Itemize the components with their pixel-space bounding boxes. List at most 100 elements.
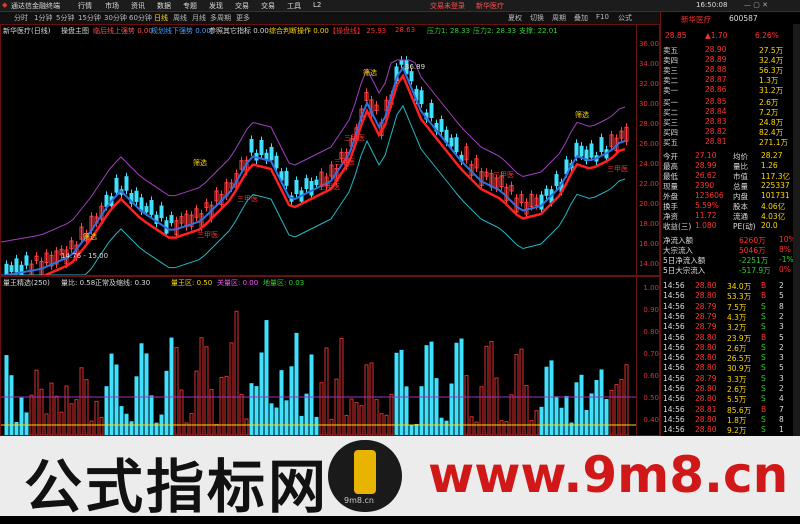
tab-period-active[interactable]: 日线 (154, 13, 168, 23)
volume-bar (534, 410, 539, 435)
volume-bar (514, 354, 519, 435)
stat-row: 净资 11.72 流通 4.03亿 (661, 211, 800, 221)
candle-body (159, 205, 164, 219)
tab-period[interactable]: 分时 (14, 13, 28, 23)
tab-period[interactable]: 30分钟 (104, 13, 127, 23)
price-axis-label: 18.00 (638, 220, 659, 228)
tab-period[interactable]: 周线 (173, 13, 187, 23)
indicator-legend: 量王精选(250) 量比: 0.58 正常及缩线: 0.30 量王区: 0.50… (3, 278, 633, 287)
tick-row: 14:56 28.80 2.6万 S 2 (661, 343, 800, 353)
toolbar-buttons[interactable]: 切换 (530, 13, 544, 23)
volume-bar (59, 411, 64, 435)
tab-period[interactable]: 月线 (192, 13, 206, 23)
volume-bar (254, 386, 259, 435)
volume-bar (454, 342, 459, 435)
toolbar-buttons[interactable]: 周期 (552, 13, 566, 23)
candle-body (114, 177, 119, 193)
tab-period[interactable]: 5分钟 (56, 13, 74, 23)
price-axis-label: 32.00 (638, 80, 659, 88)
volume-bar (314, 416, 319, 435)
volume-bar (89, 420, 94, 435)
volume-bar (399, 349, 404, 435)
volume-bar (304, 393, 309, 435)
tick-time: 14:56 (663, 384, 685, 393)
volume-bar (39, 388, 44, 435)
tab-period[interactable]: 更多 (236, 13, 250, 23)
tick-price: 28.80 (695, 342, 717, 352)
title-stock: 新华医疗 (476, 2, 504, 10)
tick-price: 28.81 (695, 404, 717, 414)
menu-item[interactable]: 工具 (287, 1, 301, 11)
candle-body (409, 71, 414, 82)
stat-value: 28.99 (695, 161, 717, 170)
trend-line-blue (1, 65, 626, 275)
main-kline-chart[interactable]: 新华医疗(日线) 操盘主图 临后线上强势 0.00 规划线下强势 0.00 参照… (0, 24, 660, 276)
toolbar-buttons[interactable]: 夏权 (508, 13, 522, 23)
volume-bar (354, 402, 359, 435)
tick-vol: 9.2万 (727, 426, 747, 436)
candle-body (589, 143, 594, 158)
volume-bar (419, 386, 424, 435)
menu-item[interactable]: 交易 (261, 1, 275, 11)
tick-price: 28.79 (695, 301, 717, 311)
flow-value: -517.9万 (739, 266, 771, 275)
tick-count: 5 (779, 332, 784, 342)
tick-time: 14:56 (663, 363, 685, 373)
volume-bar (624, 364, 629, 435)
tick-count: 2 (779, 384, 784, 393)
indicator-chart[interactable]: 量王精选(250) 量比: 0.58 正常及缩线: 0.30 量王区: 0.50… (0, 276, 660, 436)
tick-count: 2 (779, 342, 784, 352)
tick-row: 14:56 28.79 4.3万 S 2 (661, 312, 800, 322)
indicator-axis: 1.00 0.90 0.80 0.70 0.60 0.50 0.40 (636, 276, 660, 436)
side-toolbar[interactable] (793, 24, 800, 436)
candle-body (24, 255, 29, 266)
volume-bar (209, 389, 214, 435)
menu-item[interactable]: 数据 (157, 1, 171, 11)
toolbar-buttons[interactable]: F10 (596, 13, 609, 21)
stat-value: 26.62 (695, 171, 717, 180)
ask-label: 卖一 (663, 86, 678, 95)
volume-bar (324, 347, 329, 435)
indicator-axis-label: 0.70 (643, 350, 659, 358)
volume-bar (299, 415, 304, 435)
window-controls[interactable]: — ▢ ✕ (744, 1, 768, 9)
volume-bar (339, 337, 344, 435)
tab-period[interactable]: 多周期 (210, 13, 231, 23)
volume-bar (74, 399, 79, 435)
indicator-axis-label: 0.80 (643, 328, 659, 336)
tick-price: 28.80 (695, 363, 717, 373)
tick-time: 14:56 (663, 414, 685, 424)
toolbar-buttons[interactable]: 叠加 (574, 13, 588, 23)
tick-side: B (761, 404, 767, 414)
menu-item[interactable]: 交易 (235, 1, 249, 11)
menu-item[interactable]: L2 (313, 1, 321, 9)
tick-time: 14:56 (663, 394, 685, 404)
candle-body (439, 118, 444, 132)
flow-label: 5日大宗流入 (663, 266, 706, 275)
volume-bar (394, 352, 399, 435)
login-status[interactable]: 交易未登录 (430, 1, 465, 11)
menu-item[interactable]: 发现 (209, 1, 223, 11)
volume-bar (574, 382, 579, 435)
tick-side: S (761, 311, 766, 321)
toolbar-buttons[interactable]: 公式 (618, 13, 632, 23)
volume-bar (364, 364, 369, 435)
tab-period[interactable]: 15分钟 (78, 13, 101, 23)
menu-item[interactable]: 资讯 (131, 1, 145, 11)
price-change: ▲1.70 (705, 31, 728, 40)
volume-bar (329, 418, 334, 435)
volume-bar (19, 397, 24, 435)
tab-period[interactable]: 1分钟 (34, 13, 52, 23)
menu-item[interactable]: 专题 (183, 1, 197, 11)
menu-item[interactable]: 行情 (78, 1, 92, 11)
menu-item[interactable]: 市场 (105, 1, 119, 11)
volume-bar (519, 348, 524, 435)
tick-row: 14:56 28.80 26.5万 S 3 (661, 353, 800, 363)
volume-bar (424, 345, 429, 435)
candle-body (599, 137, 604, 152)
tab-period[interactable]: 60分钟 (129, 13, 152, 23)
price-axis-label: 24.00 (638, 160, 659, 168)
tick-price: 28.79 (695, 322, 717, 332)
flow-row: 5日净流入额 -2251万 -1% (661, 255, 800, 265)
bid-price: 28.83 (705, 117, 727, 126)
